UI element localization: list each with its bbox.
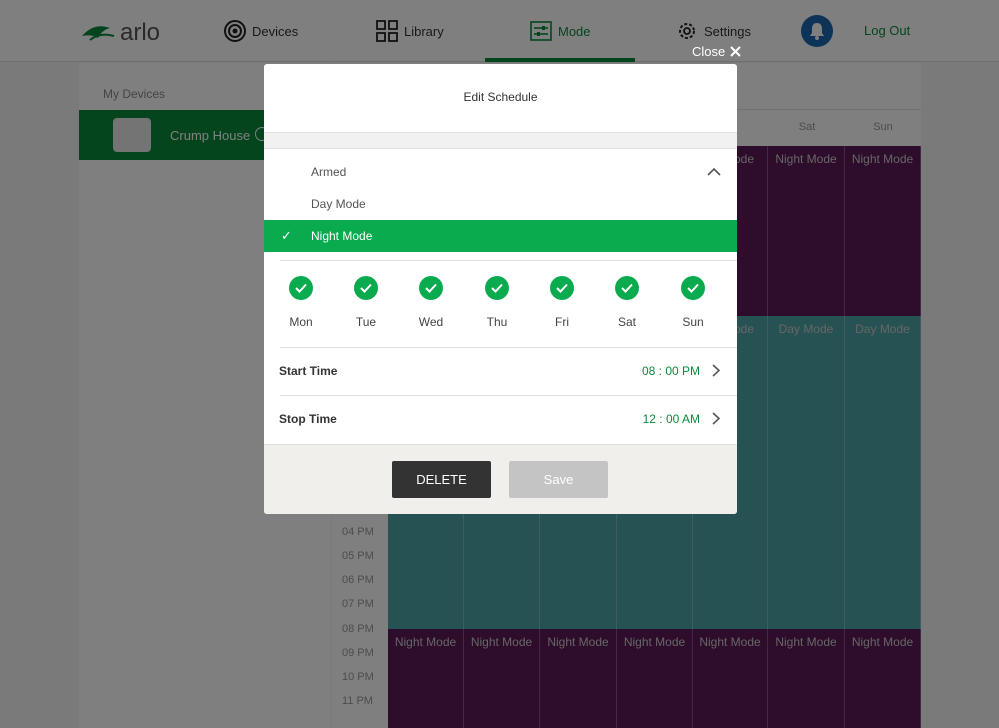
mode-option-label: Night Mode xyxy=(311,229,373,243)
mode-option-label: Day Mode xyxy=(311,197,366,211)
check-circle-icon xyxy=(615,276,639,300)
mode-option-night[interactable]: ✓ Night Mode xyxy=(264,220,737,252)
day-label: Tue xyxy=(355,315,377,329)
start-time-row[interactable]: Start Time 08 : 00 PM xyxy=(264,348,737,394)
close-label: Close xyxy=(692,44,726,59)
check-circle-icon xyxy=(419,276,443,300)
day-toggle-tue[interactable]: Tue xyxy=(341,276,391,329)
day-label: Thu xyxy=(486,315,508,329)
day-label: Sat xyxy=(617,315,636,329)
check-circle-icon xyxy=(550,276,574,300)
stop-time-row[interactable]: Stop Time 12 : 00 AM xyxy=(264,396,737,442)
check-circle-icon xyxy=(289,276,313,300)
mode-option-day[interactable]: Day Mode xyxy=(264,188,737,220)
close-button[interactable]: Close xyxy=(692,44,741,59)
day-label: Sun xyxy=(682,315,704,329)
start-time-label: Start Time xyxy=(279,364,338,378)
close-icon xyxy=(730,46,741,57)
day-toggle-sat[interactable]: Sat xyxy=(602,276,652,329)
day-toggle-mon[interactable]: Mon xyxy=(276,276,326,329)
day-toggle-fri[interactable]: Fri xyxy=(537,276,587,329)
start-time-value: 08 : 00 PM xyxy=(641,364,700,378)
stop-time-value: 12 : 00 AM xyxy=(642,412,700,426)
chevron-up-icon[interactable] xyxy=(707,167,721,176)
day-toggle-thu[interactable]: Thu xyxy=(472,276,522,329)
delete-button[interactable]: DELETE xyxy=(392,461,491,498)
check-icon: ✓ xyxy=(281,228,292,243)
edit-schedule-modal: Edit Schedule Armed Day Mode ✓ Night Mod… xyxy=(264,64,737,514)
chevron-right-icon xyxy=(712,364,720,377)
save-button[interactable]: Save xyxy=(509,461,608,498)
check-circle-icon xyxy=(354,276,378,300)
divider xyxy=(280,260,737,261)
mode-option-label: Armed xyxy=(311,165,347,179)
day-toggle-wed[interactable]: Wed xyxy=(406,276,456,329)
stop-time-label: Stop Time xyxy=(279,412,337,426)
check-circle-icon xyxy=(485,276,509,300)
modal-title: Edit Schedule xyxy=(463,90,538,104)
day-toggle-sun[interactable]: Sun xyxy=(668,276,718,329)
check-circle-icon xyxy=(681,276,705,300)
day-label: Mon xyxy=(289,315,313,329)
modal-footer: DELETE Save xyxy=(264,444,737,514)
modal-divider-band xyxy=(264,132,737,149)
mode-option-armed[interactable]: Armed xyxy=(264,156,737,188)
day-label: Wed xyxy=(418,315,444,329)
chevron-right-icon xyxy=(712,412,720,425)
day-label: Fri xyxy=(555,315,569,329)
